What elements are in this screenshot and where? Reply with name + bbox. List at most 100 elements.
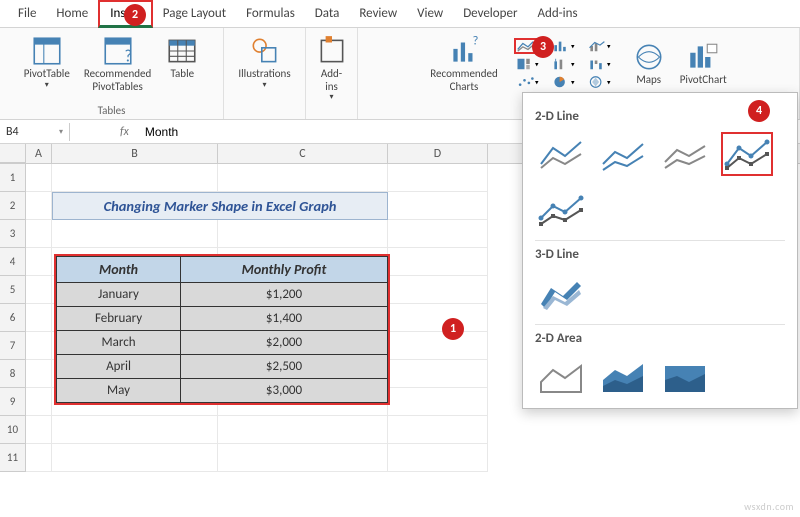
insert-statistic-chart-button[interactable]: ▾ <box>550 56 578 72</box>
fx-icon[interactable]: fx <box>110 125 139 139</box>
recommended-pivottables-icon: ? <box>101 34 135 68</box>
insert-hierarchy-chart-button[interactable]: ▾ <box>514 56 542 72</box>
illustrations-icon <box>248 34 282 68</box>
table-cell[interactable]: February <box>57 307 181 331</box>
col-header-c[interactable]: C <box>218 144 388 163</box>
table-cell[interactable]: $2,500 <box>181 355 388 379</box>
table-icon <box>165 34 199 68</box>
chart-option-stacked-line-markers[interactable] <box>535 186 587 230</box>
col-header-d[interactable]: D <box>388 144 488 163</box>
illustrations-button[interactable]: Illustrations ▾ <box>234 32 294 92</box>
callout-4: 4 <box>748 100 770 122</box>
name-box-value: B4 <box>6 125 19 139</box>
maps-icon <box>632 40 666 74</box>
select-all-corner[interactable] <box>0 144 26 163</box>
row-header[interactable]: 4 <box>0 248 26 276</box>
svg-text:▾: ▾ <box>607 59 611 68</box>
chart-option-line-with-markers[interactable] <box>721 132 773 176</box>
addins-button[interactable]: Add- ins ▾ <box>311 32 353 104</box>
tab-formulas[interactable]: Formulas <box>236 2 305 25</box>
row-header[interactable]: 9 <box>0 388 26 416</box>
recommended-pivot-label: Recommended PivotTables <box>84 68 151 93</box>
svg-text:▾: ▾ <box>571 41 575 50</box>
row-header[interactable]: 10 <box>0 416 26 444</box>
chart-option-100-stacked-line[interactable] <box>659 132 711 176</box>
maps-label: Maps <box>636 74 661 87</box>
table-cell[interactable]: May <box>57 379 181 403</box>
tab-developer[interactable]: Developer <box>453 2 527 25</box>
table-cell[interactable]: $1,200 <box>181 283 388 307</box>
svg-text:▾: ▾ <box>571 59 575 68</box>
svg-text:?: ? <box>124 46 132 67</box>
tab-page-layout[interactable]: Page Layout <box>153 2 236 25</box>
table-button[interactable]: Table <box>161 32 203 83</box>
chart-option-line[interactable] <box>535 132 587 176</box>
row-header[interactable]: 3 <box>0 220 26 248</box>
table-header[interactable]: Month <box>57 257 181 283</box>
line-chart-dropdown-panel: 2-D Line 3-D Line <box>522 92 798 409</box>
maps-button[interactable]: Maps <box>628 38 670 89</box>
table-cell[interactable]: $3,000 <box>181 379 388 403</box>
pivottable-icon <box>30 34 64 68</box>
chart-option-stacked-line[interactable] <box>597 132 649 176</box>
col-header-b[interactable]: B <box>52 144 218 163</box>
row-header[interactable]: 11 <box>0 444 26 472</box>
svg-text:▾: ▾ <box>535 59 539 68</box>
row-header[interactable]: 1 <box>0 164 26 192</box>
svg-text:▾: ▾ <box>535 77 539 86</box>
chart-option-stacked-area[interactable] <box>597 354 649 398</box>
table-cell[interactable]: $2,000 <box>181 331 388 355</box>
table-label: Table <box>171 68 195 81</box>
pivottable-button[interactable]: PivotTable ▾ <box>20 32 74 92</box>
insert-surface-chart-button[interactable]: ▾ <box>586 74 614 90</box>
callout-3: 3 <box>532 36 554 58</box>
chart-option-100-stacked-area[interactable] <box>659 354 711 398</box>
row-header[interactable]: 5 <box>0 276 26 304</box>
tab-data[interactable]: Data <box>305 2 350 25</box>
tab-addins[interactable]: Add-ins <box>527 2 587 25</box>
pivotchart-icon <box>686 40 720 74</box>
group-addins: Add- ins ▾ <box>306 28 358 119</box>
tab-home[interactable]: Home <box>46 2 98 25</box>
insert-waterfall-chart-button[interactable]: ▾ <box>586 56 614 72</box>
row-header[interactable]: 6 <box>0 304 26 332</box>
recommended-charts-label: Recommended Charts <box>430 68 497 93</box>
tab-review[interactable]: Review <box>349 2 407 25</box>
row-header[interactable]: 7 <box>0 332 26 360</box>
chart-option-3d-line[interactable] <box>535 270 587 314</box>
insert-combo-chart-button[interactable]: ▾ <box>586 38 614 54</box>
pivottable-label: PivotTable <box>24 68 70 81</box>
table-cell[interactable]: January <box>57 283 181 307</box>
data-table-selection[interactable]: Month Monthly Profit January$1,200 Febru… <box>54 254 390 405</box>
pivotchart-button[interactable]: PivotChart <box>676 38 731 89</box>
callout-2: 2 <box>124 4 146 26</box>
pivotchart-label: PivotChart <box>680 74 727 87</box>
recommended-charts-button[interactable]: ? Recommended Charts <box>426 32 501 95</box>
watermark: wsxdn.com <box>744 500 794 513</box>
svg-text:▾: ▾ <box>571 77 575 86</box>
addins-icon <box>315 34 349 68</box>
row-header[interactable]: 2 <box>0 192 26 220</box>
insert-scatter-chart-button[interactable]: ▾ <box>514 74 542 90</box>
title-cell[interactable]: Changing Marker Shape in Excel Graph <box>52 192 388 220</box>
addins-label: Add- ins <box>321 68 342 93</box>
insert-pie-chart-button[interactable]: ▾ <box>550 74 578 90</box>
name-box[interactable]: B4 ▾ <box>0 123 70 141</box>
tab-view[interactable]: View <box>407 2 453 25</box>
svg-text:▾: ▾ <box>607 41 611 50</box>
tab-file[interactable]: File <box>8 2 46 25</box>
section-3d-line: 3-D Line <box>535 247 785 262</box>
col-header-a[interactable]: A <box>26 144 52 163</box>
group-tables-label: Tables <box>98 102 126 117</box>
group-tables: PivotTable ▾ ? Recommended PivotTables T… <box>0 28 224 119</box>
table-cell[interactable]: March <box>57 331 181 355</box>
table-cell[interactable]: April <box>57 355 181 379</box>
svg-text:?: ? <box>472 34 478 49</box>
ribbon-tabs: File Home Insert Page Layout Formulas Da… <box>0 0 800 28</box>
section-2d-area: 2-D Area <box>535 331 785 346</box>
table-header[interactable]: Monthly Profit <box>181 257 388 283</box>
chart-option-area[interactable] <box>535 354 587 398</box>
recommended-pivottables-button[interactable]: ? Recommended PivotTables <box>80 32 155 95</box>
table-cell[interactable]: $1,400 <box>181 307 388 331</box>
row-header[interactable]: 8 <box>0 360 26 388</box>
